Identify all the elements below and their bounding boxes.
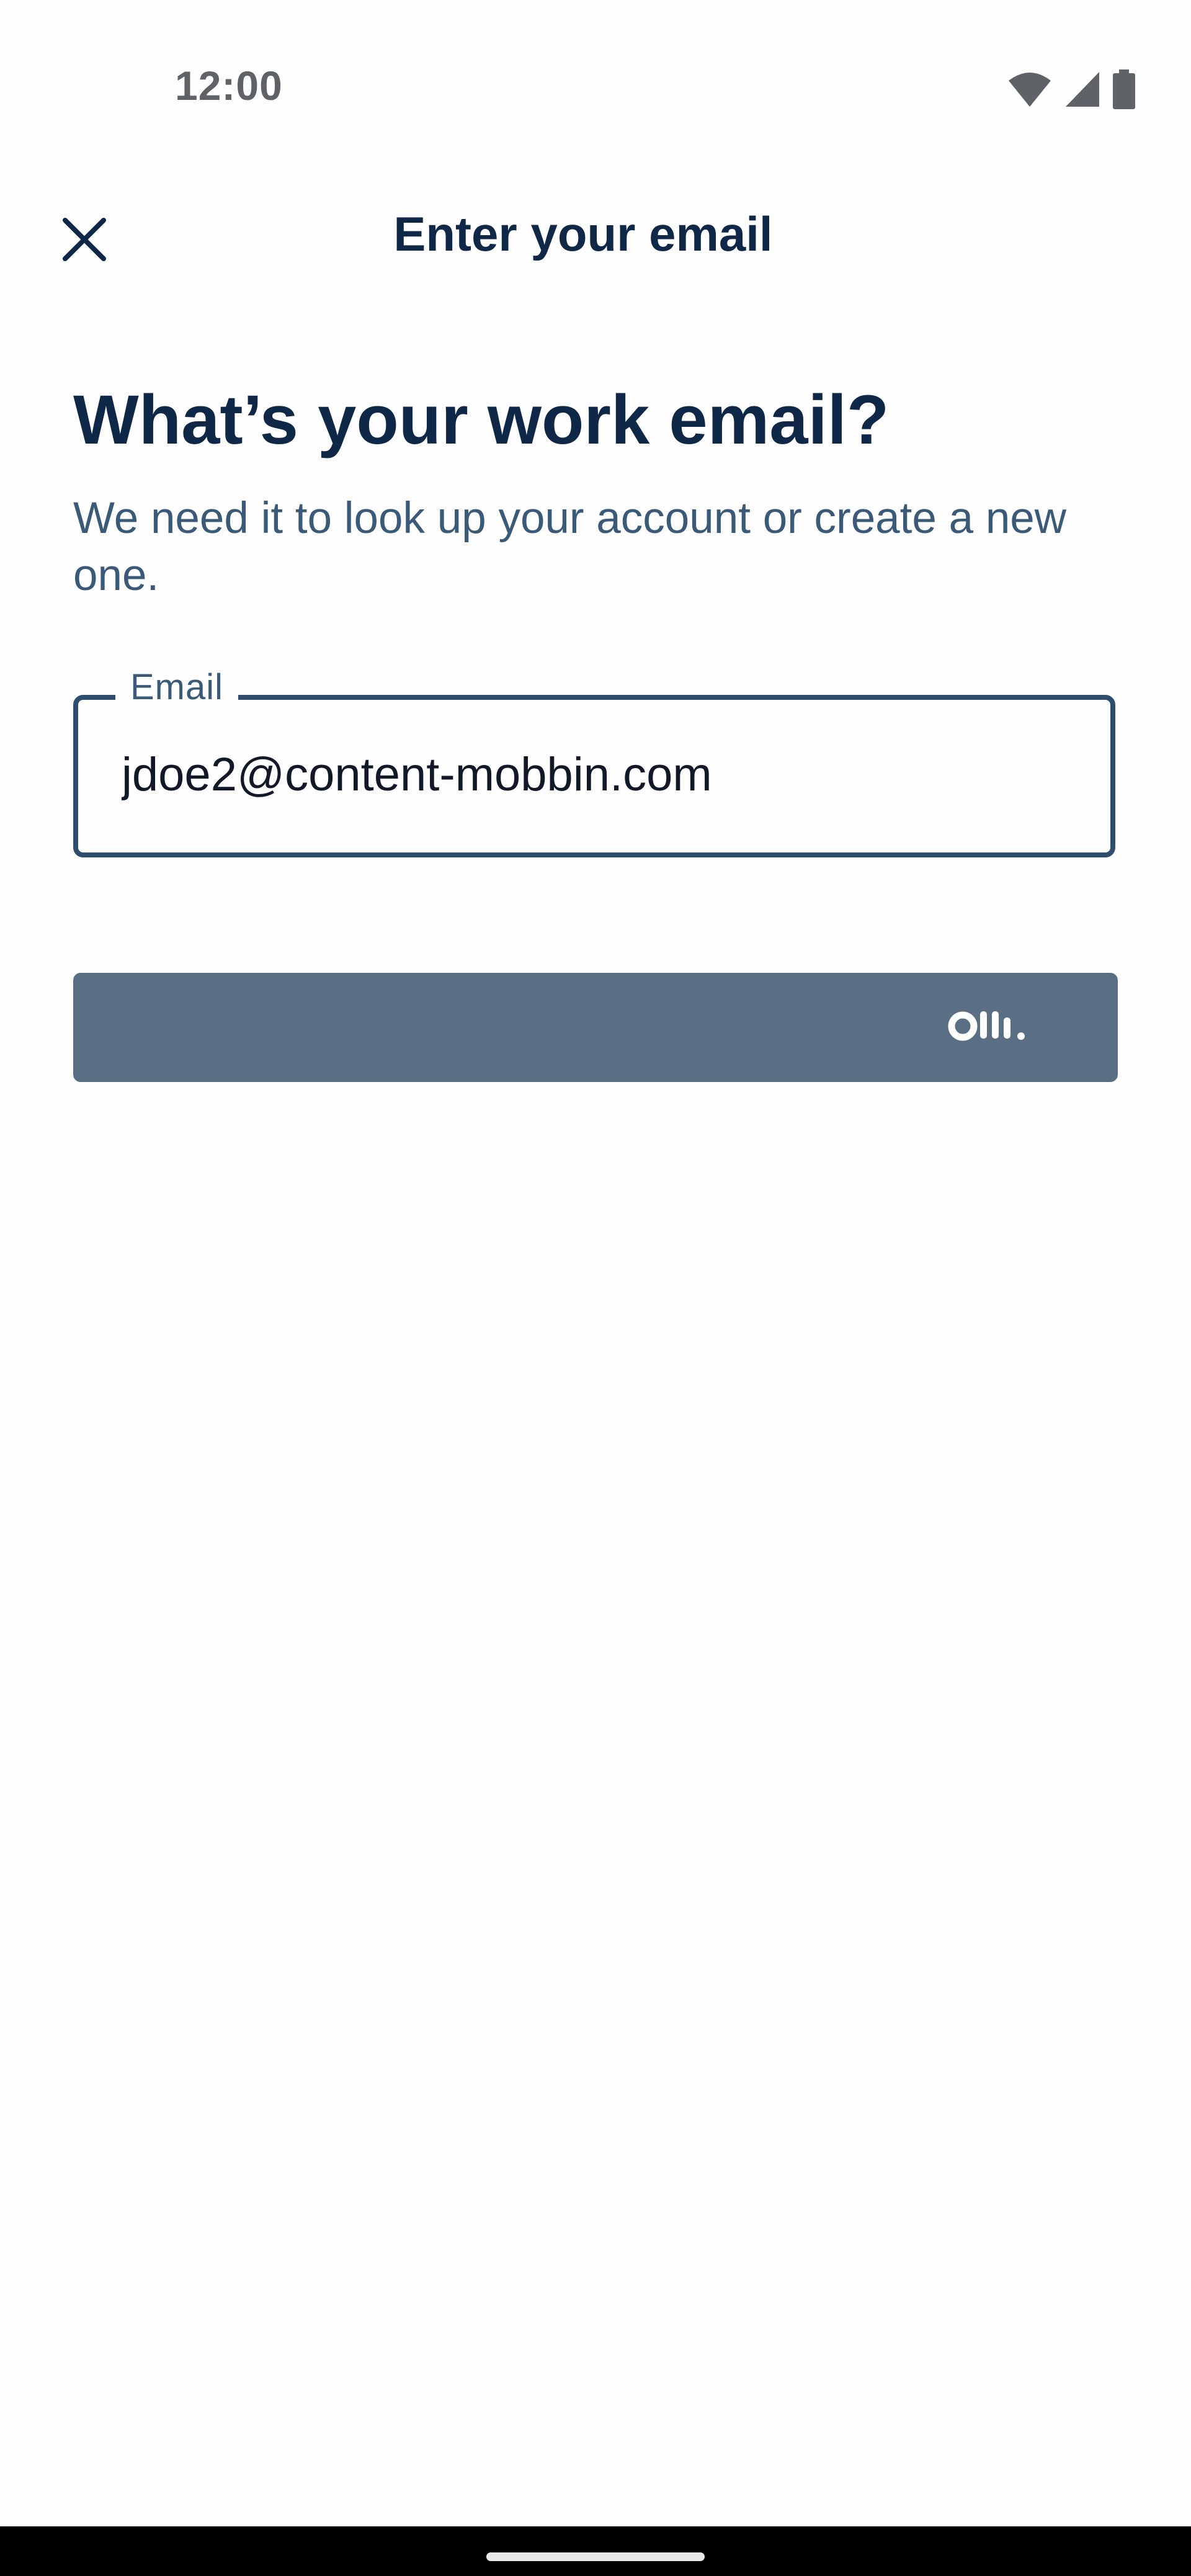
continue-button[interactable] <box>73 973 1118 1082</box>
status-icons <box>1007 69 1135 109</box>
otter-loading-logo-icon <box>948 1008 1028 1049</box>
page-title-text: Enter your email <box>393 207 773 261</box>
system-navigation-bar <box>0 2526 1191 2576</box>
cellular-signal-icon <box>1064 71 1100 108</box>
status-bar: 12:00 <box>0 0 1191 124</box>
email-field[interactable]: Email <box>73 666 1115 857</box>
battery-icon <box>1113 69 1135 109</box>
home-indicator[interactable] <box>486 2552 705 2561</box>
main-heading: What’s your work email? <box>73 381 890 458</box>
close-icon <box>61 217 107 266</box>
app-bar: Enter your email <box>0 186 1191 285</box>
email-input[interactable] <box>122 731 1064 818</box>
subtitle: We need it to look up your account or cr… <box>73 494 1067 600</box>
email-field-label: Email <box>115 666 239 708</box>
page-title: Enter your email <box>0 206 1191 262</box>
status-time: 12:00 <box>175 63 283 109</box>
close-button[interactable] <box>47 203 122 278</box>
wifi-icon <box>1007 71 1052 108</box>
